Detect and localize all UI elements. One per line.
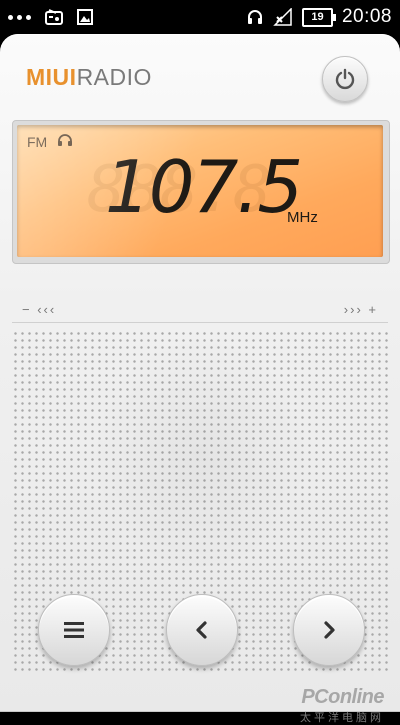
image-notification-icon <box>77 9 93 25</box>
chevron-left-icon <box>196 621 207 639</box>
tune-up-control[interactable]: ››› + <box>344 302 378 317</box>
watermark-subtitle: 太平洋电脑网 <box>300 712 384 724</box>
frequency-display-frame: FM 888.8 107.5 MHz <box>12 120 390 264</box>
band-label: FM <box>27 134 48 150</box>
menu-button[interactable] <box>38 594 110 666</box>
status-bar: 19 20:08 <box>0 0 400 34</box>
app-logo: MIUIRADIO <box>26 64 152 91</box>
brand-miui: MIUI <box>26 64 77 90</box>
watermark: PConline 太平洋电脑网 <box>300 686 385 725</box>
tuner-divider <box>12 322 388 323</box>
more-notifications-icon <box>8 14 31 20</box>
radio-body: MIUIRADIO FM 888.8 107.5 MHz − ‹‹‹ ››› + <box>0 34 400 724</box>
battery-icon: 19 <box>301 7 336 27</box>
lcd-ghost-digits: 888.8 <box>87 153 272 227</box>
no-signal-icon <box>273 8 292 26</box>
radio-notification-icon <box>45 9 63 25</box>
brand-radio: RADIO <box>76 64 152 90</box>
power-icon <box>335 68 355 90</box>
tune-down-control[interactable]: − ‹‹‹ <box>22 302 56 317</box>
status-bar-left <box>8 0 93 34</box>
headset-icon <box>247 10 262 24</box>
menu-icon <box>64 622 84 638</box>
frequency-unit: MHz <box>287 209 318 226</box>
watermark-logo: PConline <box>301 686 384 708</box>
status-bar-right: 19 20:08 <box>246 0 392 34</box>
chevron-right-icon <box>324 621 335 639</box>
frequency-value: 107.5 <box>105 145 303 229</box>
lcd-screen: FM 888.8 107.5 MHz <box>17 125 383 257</box>
next-station-button[interactable] <box>293 594 365 666</box>
previous-station-button[interactable] <box>166 594 238 666</box>
speaker-shade <box>90 334 310 574</box>
headphone-icon <box>58 134 72 146</box>
clock: 20:08 <box>341 6 392 27</box>
power-button[interactable] <box>322 56 368 102</box>
